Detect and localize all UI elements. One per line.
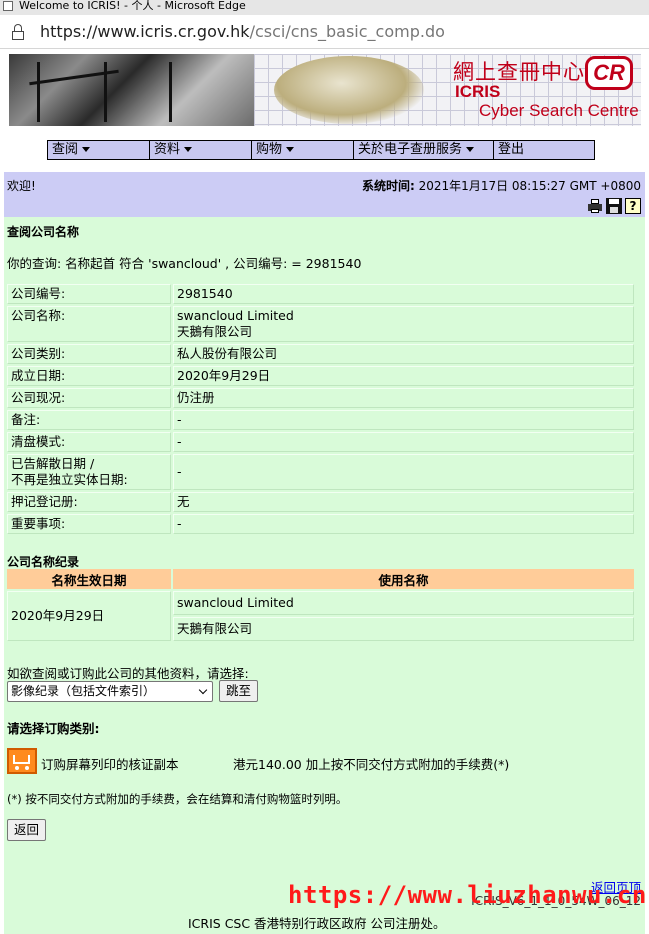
row-label: 押记登记册: [7, 492, 171, 512]
column-header-name-used: 使用名称 [173, 569, 634, 589]
order-item-label: 订购屏幕列印的核证副本 [41, 757, 179, 772]
row-value: 2981540 [173, 284, 634, 304]
floppy-disk-icon[interactable] [606, 198, 622, 214]
row-label: 已告解散日期 / 不再是独立实体日期: [7, 454, 171, 490]
row-value: 无 [173, 492, 634, 512]
table-row: 成立日期: 2020年9月29日 [7, 366, 634, 386]
footer-text: ICRIS CSC 香港特别行政区政府 公司注册处。 [188, 916, 446, 931]
fee-footnote: (*) 按不同交付方式附加的手续费，会在结算和清付购物篮时列明。 [7, 792, 348, 806]
row-value: 仍注册 [173, 388, 634, 408]
menu-information-label: 资料 [154, 142, 181, 157]
lock-icon[interactable] [11, 24, 25, 40]
row-value: 私人股份有限公司 [173, 344, 634, 364]
row-label: 备注: [7, 410, 171, 430]
chevron-down-icon [198, 685, 208, 694]
welcome-bar: 欢迎! 系统时间: 2021年1月17日 08:15:27 GMT +0800 … [4, 172, 645, 217]
row-value: - [173, 410, 634, 430]
main-menu: 查阅 资料 购物 关於电子查册服务 登出 [47, 140, 595, 160]
system-time-value: 2021年1月17日 08:15:27 GMT +0800 [418, 179, 641, 193]
table-row: 公司类别: 私人股份有限公司 [7, 344, 634, 364]
watermark-url: https://www.liuzhanwu.cn [288, 881, 647, 909]
menu-search-label: 查阅 [52, 142, 79, 157]
query-summary: 你的查询: 名称起首 符合 'swancloud' , 公司编号: = 2981… [7, 256, 362, 271]
globe-graphic [274, 56, 424, 124]
table-header-row: 名称生效日期 使用名称 [7, 569, 634, 589]
banner-icris-label: ICRIS [455, 82, 501, 101]
table-row: 公司编号: 2981540 [7, 284, 634, 304]
column-header-effective-date: 名称生效日期 [7, 569, 171, 589]
name-chinese-cell: 天鵝有限公司 [173, 617, 634, 641]
help-icon[interactable]: ? [625, 198, 641, 214]
row-label: 公司名称: [7, 306, 171, 342]
window-title-bar: Welcome to ICRIS! - 个人 - Microsoft Edge [0, 0, 649, 15]
table-row: 已告解散日期 / 不再是独立实体日期: - [7, 454, 634, 490]
table-row: 2020年9月29日 swancloud Limited [7, 591, 634, 641]
banner-subtitle: Cyber Search Centre [479, 101, 639, 120]
chevron-down-icon [184, 147, 193, 152]
table-row: 清盘模式: - [7, 432, 634, 452]
row-label: 公司编号: [7, 284, 171, 304]
row-value: - [173, 514, 634, 534]
system-time-label: 系统时间: [362, 179, 415, 193]
menu-logout-label: 登出 [498, 142, 525, 157]
menu-shopping[interactable]: 购物 [252, 141, 354, 159]
chevron-down-icon [82, 147, 91, 152]
row-label: 公司现况: [7, 388, 171, 408]
order-price: 港元140.00 加上按不同交付方式附加的手续费(*) [233, 757, 510, 772]
row-label: 重要事项: [7, 514, 171, 534]
order-type-title: 请选择订购类别: [7, 721, 100, 736]
menu-about-service-label: 关於电子查册服务 [358, 142, 463, 157]
welcome-greeting: 欢迎! [7, 179, 36, 193]
document-type-select[interactable]: 影像纪录（包括文件索引） [7, 680, 213, 702]
window-title: Welcome to ICRIS! - 个人 - Microsoft Edge [19, 0, 246, 12]
back-button[interactable]: 返回 [7, 819, 47, 841]
row-label: 公司类别: [7, 344, 171, 364]
name-english-cell: swancloud Limited [173, 591, 634, 615]
effective-date-cell: 2020年9月29日 [7, 591, 171, 641]
table-row: 公司现况: 仍注册 [7, 388, 634, 408]
row-value: - [173, 432, 634, 452]
menu-about-service[interactable]: 关於电子查册服务 [354, 141, 494, 159]
url-host[interactable]: https://www.icris.cr.gov.hk [40, 22, 250, 41]
menu-search[interactable]: 查阅 [48, 141, 150, 159]
app-icon [3, 1, 13, 11]
table-row: 备注: - [7, 410, 634, 430]
row-label: 成立日期: [7, 366, 171, 386]
menu-shopping-label: 购物 [256, 142, 283, 157]
document-type-selected: 影像纪录（包括文件索引） [11, 683, 156, 698]
row-value: 2020年9月29日 [173, 366, 634, 386]
search-section-title: 查阅公司名称 [7, 225, 80, 239]
row-label: 清盘模式: [7, 432, 171, 452]
menu-logout[interactable]: 登出 [494, 141, 594, 159]
company-name-english: swancloud Limited [177, 308, 294, 323]
printer-icon[interactable] [587, 198, 603, 214]
dissolution-label-line2: 不再是独立实体日期: [11, 472, 128, 487]
table-row: 公司名称: swancloud Limited 天鵝有限公司 [7, 306, 634, 342]
cr-logo: CR [585, 56, 633, 90]
main-content: 查阅公司名称 你的查询: 名称起首 符合 'swancloud' , 公司编号:… [4, 217, 647, 934]
company-info-table: 公司编号: 2981540 公司名称: swancloud Limited 天鵝有限公… [5, 282, 636, 536]
address-bar[interactable]: https://www.icris.cr.gov.hk/csci/cns_bas… [0, 15, 649, 49]
name-history-table: 名称生效日期 使用名称 2020年9月29日 swancloud Limited… [5, 567, 636, 643]
go-button[interactable]: 跳至 [219, 680, 259, 702]
url-path[interactable]: /csci/cns_basic_comp.do [250, 22, 445, 41]
row-value: swancloud Limited 天鵝有限公司 [173, 306, 634, 342]
menu-information[interactable]: 资料 [150, 141, 252, 159]
dissolution-label-line1: 已告解散日期 / [11, 456, 95, 471]
table-row: 重要事项: - [7, 514, 634, 534]
company-name-chinese: 天鵝有限公司 [177, 324, 253, 339]
chevron-down-icon [286, 147, 295, 152]
row-value: - [173, 454, 634, 490]
system-time: 系统时间: 2021年1月17日 08:15:27 GMT +0800 [362, 177, 641, 194]
other-info-controls: 影像纪录（包括文件索引） 跳至 [7, 680, 259, 702]
harbour-photo [9, 54, 254, 126]
table-row: 押记登记册: 无 [7, 492, 634, 512]
toolbar-icons: ? [587, 198, 641, 214]
chevron-down-icon [466, 147, 475, 152]
site-banner: 網上查冊中心 ICRIS Cyber Search Centre CR [9, 54, 641, 126]
shopping-cart-icon[interactable] [7, 748, 37, 774]
